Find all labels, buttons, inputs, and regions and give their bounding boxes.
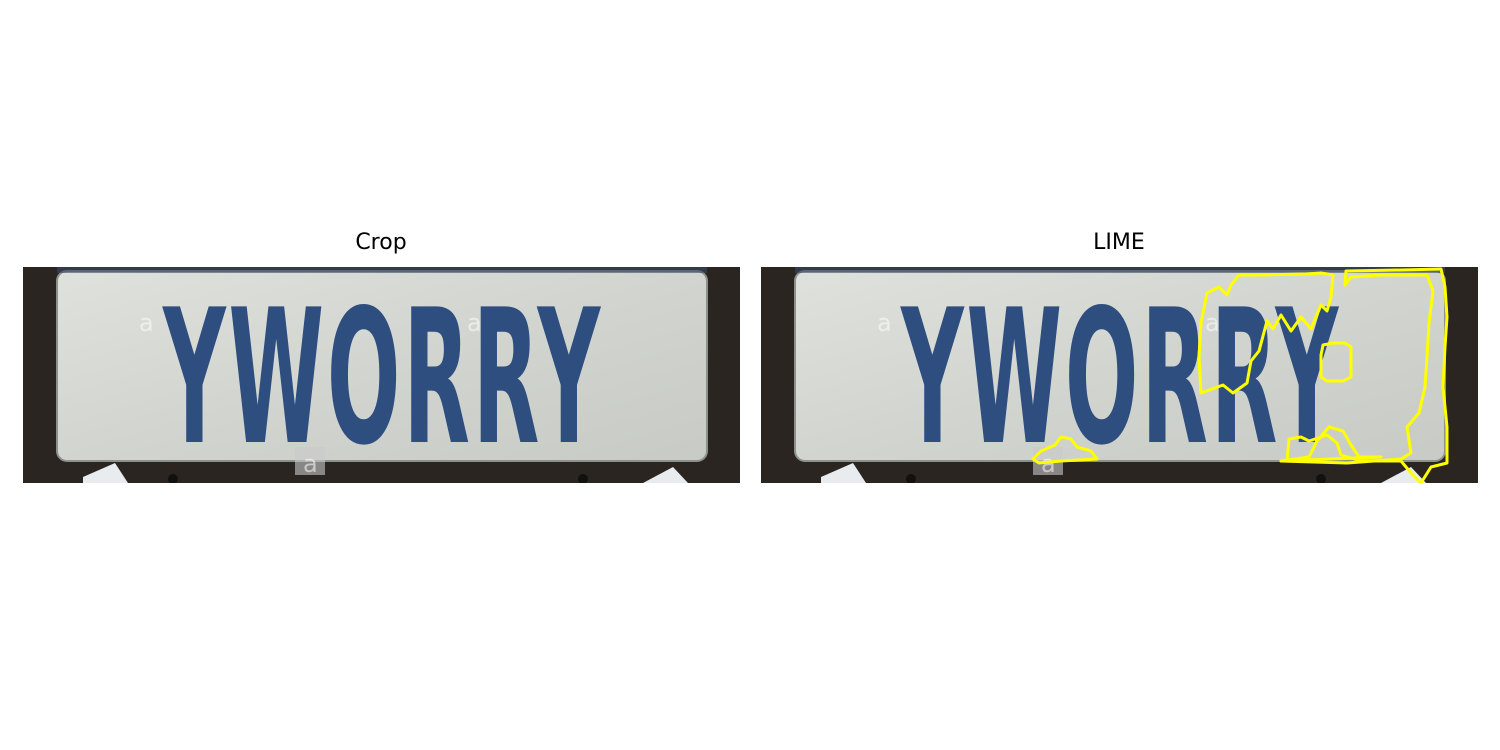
panel-title-lime: LIME (1093, 230, 1145, 255)
watermark-glyph: a (467, 309, 482, 337)
watermark-glyph: a (303, 450, 318, 478)
plate-text: YWORRY (900, 269, 1341, 483)
crop-image: YWORRY a a a (23, 267, 740, 483)
watermark-glyph: a (877, 309, 892, 337)
watermark-glyph: a (1205, 309, 1220, 337)
lime-image: YWORRY a a a (761, 267, 1478, 483)
plate-text: YWORRY (162, 269, 603, 483)
panel-title-crop: Crop (355, 230, 407, 255)
watermark-glyph: a (139, 309, 154, 337)
